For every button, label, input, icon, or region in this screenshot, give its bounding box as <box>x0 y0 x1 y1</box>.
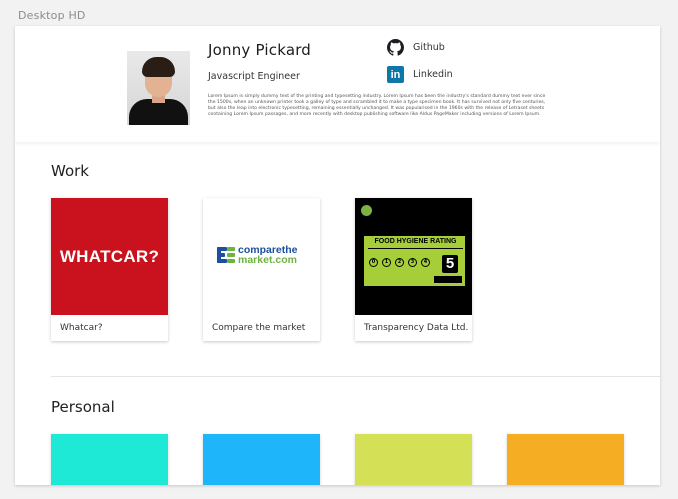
section-divider <box>51 376 660 377</box>
personal-card-1[interactable] <box>51 434 168 485</box>
card-caption: Transparency Data Ltd. <box>364 323 469 333</box>
rating-circle: 0 <box>369 258 378 267</box>
profile-bio: Lorem Ipsum is simply dummy text of the … <box>208 94 546 117</box>
card-caption: Compare the market <box>212 323 306 333</box>
comparethemarket-logo: comparethe market.com <box>203 198 320 315</box>
work-card-comparethemarket[interactable]: comparethe market.com Compare the market <box>203 198 320 341</box>
github-label: Github <box>413 42 445 53</box>
profile-header: Jonny Pickard Javascript Engineer Lorem … <box>15 26 660 142</box>
personal-card-2[interactable] <box>203 434 320 485</box>
whatcar-logo-text: WHATCAR? <box>59 246 160 266</box>
profile-role: Javascript Engineer <box>208 71 300 82</box>
github-link[interactable]: Github <box>387 39 445 56</box>
artboard: Jonny Pickard Javascript Engineer Lorem … <box>15 26 660 485</box>
work-card-transparency[interactable]: FOOD HYGIENE RATING 0 1 2 3 4 5 Transpar… <box>355 198 472 341</box>
work-card-whatcar[interactable]: WHATCAR? Whatcar? <box>51 198 168 341</box>
personal-section-title: Personal <box>51 398 115 416</box>
personal-card-3[interactable] <box>355 434 472 485</box>
profile-name: Jonny Pickard <box>208 41 312 59</box>
linkedin-link[interactable]: in Linkedin <box>387 66 453 83</box>
fsa-logo-icon <box>361 205 372 216</box>
pound-icon <box>217 245 235 265</box>
work-section-title: Work <box>51 162 89 180</box>
rating-circle: 2 <box>395 258 404 267</box>
linkedin-label: Linkedin <box>413 69 453 80</box>
rating-value: 5 <box>442 255 458 273</box>
whatcar-logo: WHATCAR? <box>51 198 168 315</box>
card-caption: Whatcar? <box>60 323 103 333</box>
rating-scale: 0 1 2 3 4 <box>369 258 434 267</box>
avatar <box>127 51 190 125</box>
logo-text-bottom: market.com <box>238 254 297 266</box>
artboard-label: Desktop HD <box>18 9 86 22</box>
rating-circle: 1 <box>382 258 391 267</box>
rating-circle: 3 <box>408 258 417 267</box>
linkedin-icon: in <box>387 66 404 83</box>
rating-circle: 4 <box>421 258 430 267</box>
food-hygiene-title: FOOD HYGIENE RATING <box>374 238 457 245</box>
personal-card-4[interactable] <box>507 434 624 485</box>
github-icon <box>387 39 404 56</box>
food-hygiene-badge: FOOD HYGIENE RATING 0 1 2 3 4 5 <box>355 198 472 315</box>
